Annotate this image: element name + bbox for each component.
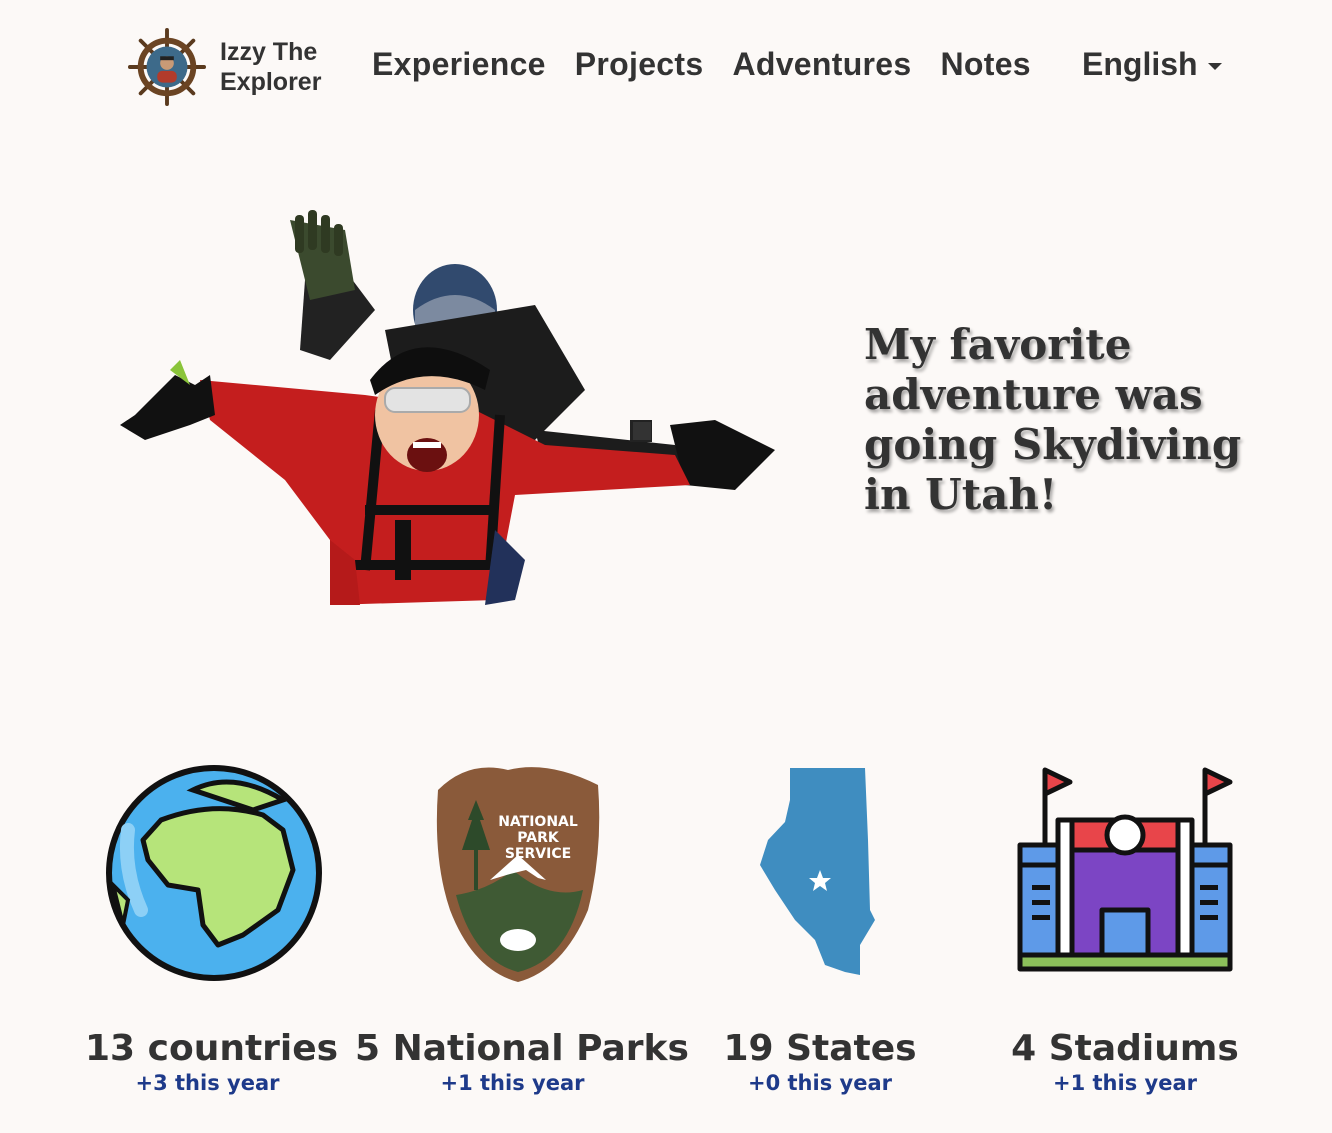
language-dropdown[interactable]: English xyxy=(1082,46,1222,83)
nps-badge-line2: PARK xyxy=(517,830,560,846)
caret-down-icon xyxy=(1207,63,1222,70)
stat-stadiums-change: +1 this year xyxy=(1053,1071,1197,1095)
hero-headline: My favorite adventure was going Skydivin… xyxy=(864,320,1244,520)
brand-name-line2: Explorer xyxy=(220,68,322,96)
nav-link-experience[interactable]: Experience xyxy=(372,46,546,83)
hero-line-2: adventure was xyxy=(864,370,1203,419)
ship-wheel-logo-icon xyxy=(128,28,206,106)
top-navigation: Izzy The Explorer Experience Projects Ad… xyxy=(0,0,1332,140)
illinois-state-icon xyxy=(760,768,875,975)
language-label: English xyxy=(1082,46,1198,82)
stadium-icon xyxy=(1017,767,1233,972)
nav-link-projects[interactable]: Projects xyxy=(575,46,704,83)
stat-states-label: 19 States xyxy=(723,1028,917,1069)
nav-links: Experience Projects Adventures Notes xyxy=(372,46,1060,83)
nav-link-adventures[interactable]: Adventures xyxy=(732,46,911,83)
nps-badge-line3: SERVICE xyxy=(504,846,570,862)
skydiving-photo xyxy=(120,210,775,605)
stat-states: 19 States +0 this year xyxy=(720,760,920,1096)
stat-stadiums: 4 Stadiums +1 this year xyxy=(1010,760,1240,1096)
brand-link[interactable]: Izzy The Explorer xyxy=(128,28,321,106)
hero-line-1: My favorite xyxy=(864,320,1132,369)
brand-name-line1: Izzy The xyxy=(220,38,318,66)
nav-link-notes[interactable]: Notes xyxy=(941,46,1031,83)
stat-countries-label: 13 countries xyxy=(85,1028,339,1069)
stat-national-parks-change: +1 this year xyxy=(440,1071,585,1095)
national-park-service-icon: NATIONAL PARK SERVICE xyxy=(436,767,599,982)
stat-stadiums-label: 4 Stadiums xyxy=(1011,1028,1239,1069)
hero-line-4: in Utah! xyxy=(864,470,1058,519)
stat-states-change: +0 this year xyxy=(748,1071,892,1095)
hero-line-3: going Skydiving xyxy=(864,420,1242,469)
stat-national-parks-label: 5 National Parks xyxy=(355,1028,689,1069)
globe-icon xyxy=(105,765,322,981)
stat-countries: 13 countries +3 this year xyxy=(85,760,339,1096)
stat-national-parks: NATIONAL PARK SERVICE 5 National Parks +… xyxy=(355,760,689,1096)
stat-countries-change: +3 this year xyxy=(135,1071,280,1095)
nps-badge-line1: NATIONAL xyxy=(498,814,578,830)
